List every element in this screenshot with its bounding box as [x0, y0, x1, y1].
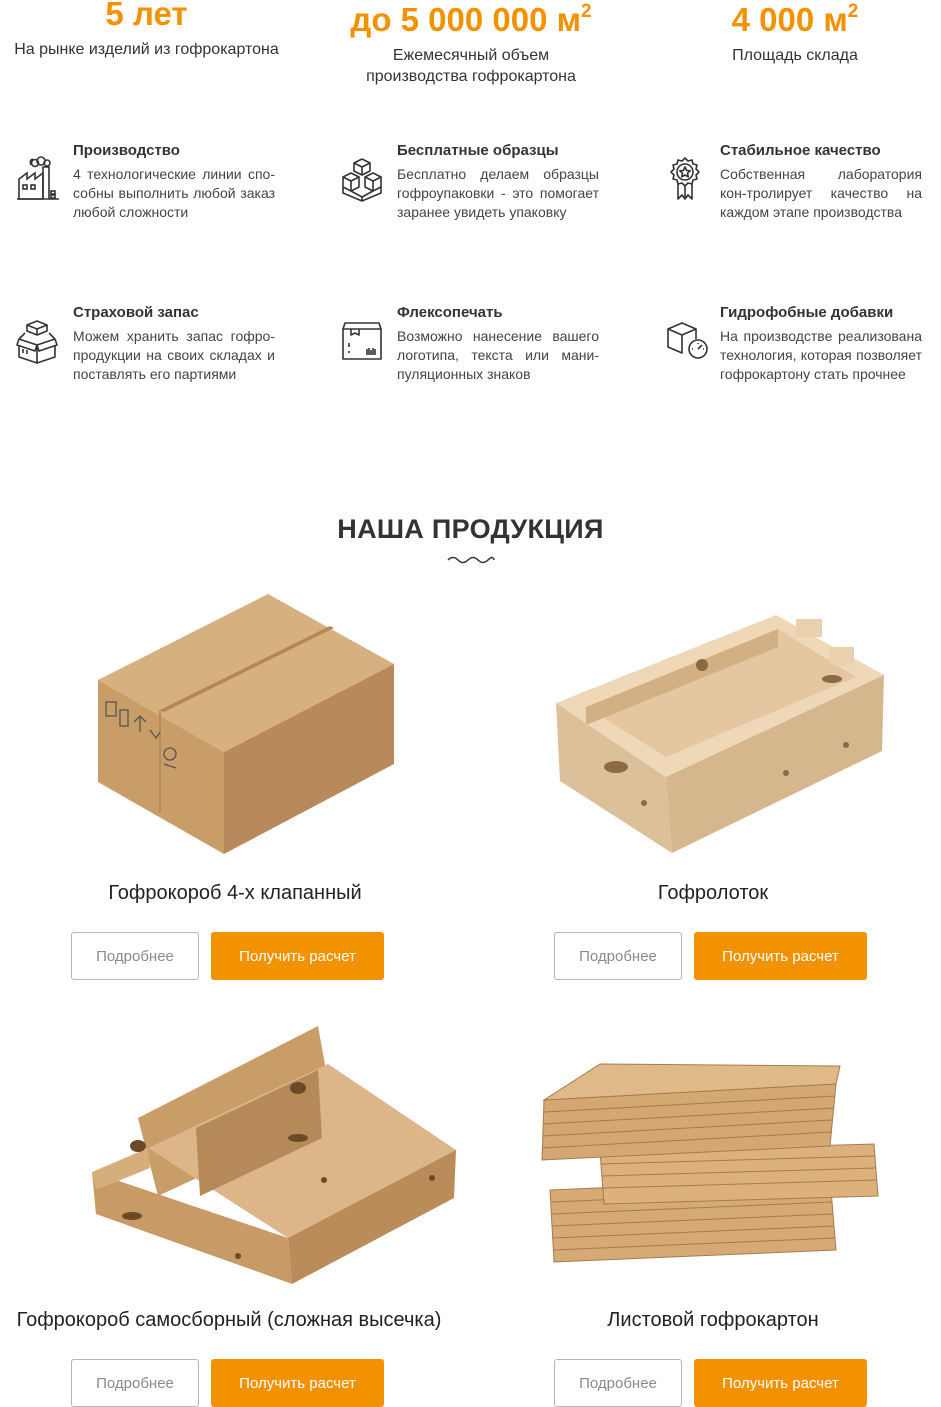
- printed-box-icon: [339, 317, 385, 365]
- wave-divider-icon: [447, 556, 495, 564]
- feature-title: Бесплатные образцы: [397, 142, 559, 159]
- feature-title: Флексопечать: [397, 304, 503, 321]
- stat-label: Ежемесячный объем производства гофрокарт…: [366, 47, 576, 85]
- more-button[interactable]: Подробнее: [71, 932, 199, 980]
- more-button[interactable]: Подробнее: [554, 932, 682, 980]
- feature-title: Гидрофобные добавки: [720, 304, 894, 321]
- product-title: Гофрокороб 4-х клапанный: [108, 882, 362, 904]
- feature-title: Страховой запас: [73, 304, 199, 321]
- stat-monthly-volume: до 5 000 000 м2 Ежемесячный объем произв…: [325, 0, 617, 87]
- product-title: Листовой гофрокартон: [607, 1309, 819, 1331]
- feature-text: На производстве реализована технология, …: [720, 328, 922, 382]
- closed-box-image: [98, 594, 394, 854]
- get-quote-button[interactable]: Получить расчет: [211, 1359, 384, 1407]
- feature-text: Можем хранить запас гофро-продукции на с…: [73, 328, 275, 382]
- feature-title: Производство: [73, 142, 180, 159]
- tray-image: [556, 615, 884, 853]
- get-quote-button[interactable]: Получить расчет: [694, 1359, 867, 1407]
- stat-label: Площадь склада: [732, 47, 858, 64]
- open-box-icon: [15, 317, 61, 365]
- stat-value: 4 000 м2: [731, 1, 859, 38]
- product-title: Гофрокороб самосборный (сложная высечка): [16, 1309, 442, 1331]
- stat-years: 5 лет На рынке изделий из гофрокартона: [0, 0, 293, 60]
- feature-text: Бесплатно делаем образцы гофроупаковки -…: [397, 166, 599, 220]
- more-button[interactable]: Подробнее: [71, 1359, 199, 1407]
- get-quote-button[interactable]: Получить расчет: [211, 932, 384, 980]
- stat-warehouse-area: 4 000 м2 Площадь склада: [650, 0, 940, 66]
- feature-title: Стабильное качество: [720, 142, 881, 159]
- feature-text: Возможно нанесение вашего логотипа, текс…: [397, 328, 599, 382]
- product-title: Гофролоток: [657, 882, 769, 904]
- get-quote-button[interactable]: Получить расчет: [694, 932, 867, 980]
- stat-value: 5 лет: [105, 0, 188, 32]
- sheets-stack-image: [541, 1063, 879, 1263]
- feature-text: 4 технологические линии спо-собны выполн…: [73, 166, 275, 220]
- quality-badge-icon: [662, 155, 708, 203]
- stat-value: до 5 000 000 м2: [350, 1, 592, 38]
- feature-text: Собственная лаборатория кон-тролирует ка…: [720, 166, 922, 220]
- boxes-stack-icon: [339, 155, 385, 203]
- stat-label: На рынке изделий из гофрокартона: [14, 41, 279, 58]
- self-assembly-box-image: [92, 1026, 456, 1284]
- factory-icon: [15, 155, 61, 203]
- more-button[interactable]: Подробнее: [554, 1359, 682, 1407]
- box-gauge-icon: [662, 317, 708, 365]
- section-title: НАША ПРОДУКЦИЯ: [337, 514, 604, 544]
